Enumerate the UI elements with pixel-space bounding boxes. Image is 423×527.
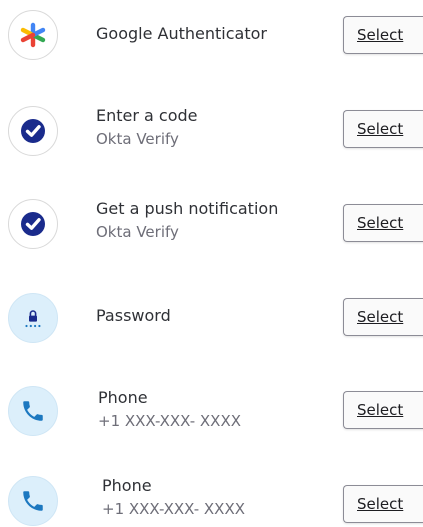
- authenticator-text: Enter a code Okta Verify: [96, 106, 198, 149]
- authenticator-list: Google Authenticator Select Enter a code…: [0, 0, 423, 527]
- authenticator-title: Phone: [98, 388, 148, 407]
- okta-verify-icon: [8, 106, 58, 156]
- select-okta-code-button[interactable]: Select: [343, 110, 423, 148]
- authenticator-subtitle: +1 XXX-XXX- XXXX: [102, 500, 245, 518]
- google-authenticator-icon: [8, 10, 58, 60]
- select-phone-2-button[interactable]: Select: [343, 485, 423, 523]
- authenticator-text: Google Authenticator: [96, 24, 267, 44]
- phone-icon: [8, 476, 58, 526]
- authenticator-row-okta-push: Get a push notification Okta Verify Sele…: [0, 198, 423, 250]
- authenticator-text: Phone +1 XXX-XXX- XXXX: [102, 476, 245, 519]
- authenticator-title: Phone: [102, 476, 152, 495]
- authenticator-subtitle: +1 XXX-XXX- XXXX: [98, 412, 241, 430]
- authenticator-title: Google Authenticator: [96, 24, 267, 43]
- authenticator-text: Get a push notification Okta Verify: [96, 199, 278, 242]
- select-password-button[interactable]: Select: [343, 298, 423, 336]
- authenticator-row-phone-2: Phone +1 XXX-XXX- XXXX Select: [0, 476, 423, 527]
- authenticator-row-google-authenticator: Google Authenticator Select: [0, 10, 423, 62]
- authenticator-title: Password: [96, 306, 171, 325]
- password-lock-icon: [8, 293, 58, 343]
- authenticator-text: Password: [96, 306, 171, 326]
- authenticator-row-phone: Phone +1 XXX-XXX- XXXX Select: [0, 386, 423, 438]
- authenticator-subtitle: Okta Verify: [96, 223, 179, 241]
- select-phone-button[interactable]: Select: [343, 391, 423, 429]
- authenticator-title: Get a push notification: [96, 199, 279, 218]
- select-okta-push-button[interactable]: Select: [343, 204, 423, 242]
- authenticator-text: Phone +1 XXX-XXX- XXXX: [98, 388, 241, 431]
- phone-icon: [8, 386, 58, 436]
- authenticator-title: Enter a code: [96, 106, 198, 125]
- authenticator-subtitle: Okta Verify: [96, 130, 179, 148]
- authenticator-row-password: Password Select: [0, 292, 423, 344]
- authenticator-row-okta-code: Enter a code Okta Verify Select: [0, 104, 423, 156]
- okta-verify-icon: [8, 199, 58, 249]
- select-google-authenticator-button[interactable]: Select: [343, 16, 423, 54]
